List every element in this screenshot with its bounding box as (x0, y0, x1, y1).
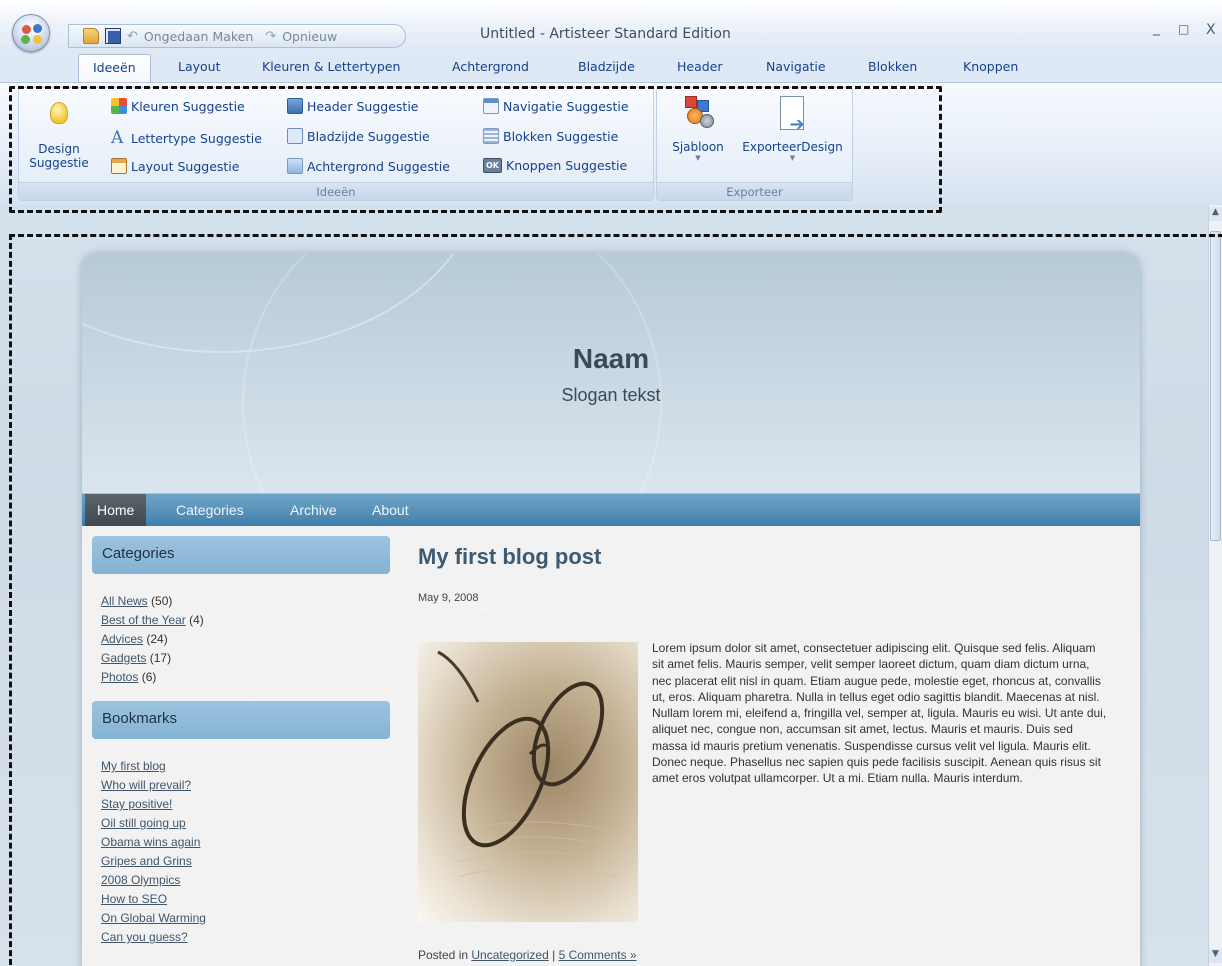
office-logo-dot-red (22, 25, 31, 34)
office-button[interactable] (12, 14, 50, 52)
quick-access-toolbar: ↶ Ongedaan Maken ↷ Opnieuw (68, 24, 406, 48)
office-logo-dot-yellow (33, 35, 42, 44)
tab-bladzijde[interactable]: Bladzijde (578, 59, 635, 74)
preview-highlight-outline (9, 234, 1222, 966)
title-bar: ↶ Ongedaan Maken ↷ Opnieuw Untitled - Ar… (0, 0, 1222, 52)
scroll-up-arrow-icon[interactable]: ▲ (1209, 207, 1222, 221)
tab-blokken[interactable]: Blokken (868, 59, 917, 74)
close-button[interactable]: X (1206, 22, 1216, 38)
undo-button[interactable]: Ongedaan Maken (144, 29, 253, 44)
ribbon-tabs: Ideeën Layout Kleuren & Lettertypen Acht… (0, 52, 1222, 84)
open-folder-icon[interactable] (83, 28, 99, 44)
ribbon-highlight-outline (9, 86, 942, 213)
save-icon[interactable] (105, 28, 121, 44)
tab-kleuren-lettertypen[interactable]: Kleuren & Lettertypen (262, 59, 400, 74)
tab-navigatie[interactable]: Navigatie (766, 59, 826, 74)
office-logo-dot-blue (33, 24, 42, 33)
tab-knoppen[interactable]: Knoppen (963, 59, 1018, 74)
tab-header[interactable]: Header (677, 59, 723, 74)
tab-layout[interactable]: Layout (178, 59, 221, 74)
minimize-button[interactable]: _ (1153, 20, 1160, 36)
tab-ideeen[interactable]: Ideeën (78, 54, 151, 84)
redo-icon[interactable]: ↷ (265, 29, 276, 44)
window-title: Untitled - Artisteer Standard Edition (480, 26, 731, 42)
maximize-button[interactable]: □ (1178, 22, 1189, 36)
undo-icon[interactable]: ↶ (127, 29, 138, 44)
tab-achtergrond[interactable]: Achtergrond (452, 59, 529, 74)
redo-button[interactable]: Opnieuw (282, 29, 337, 44)
office-logo-dot-green (21, 35, 30, 44)
